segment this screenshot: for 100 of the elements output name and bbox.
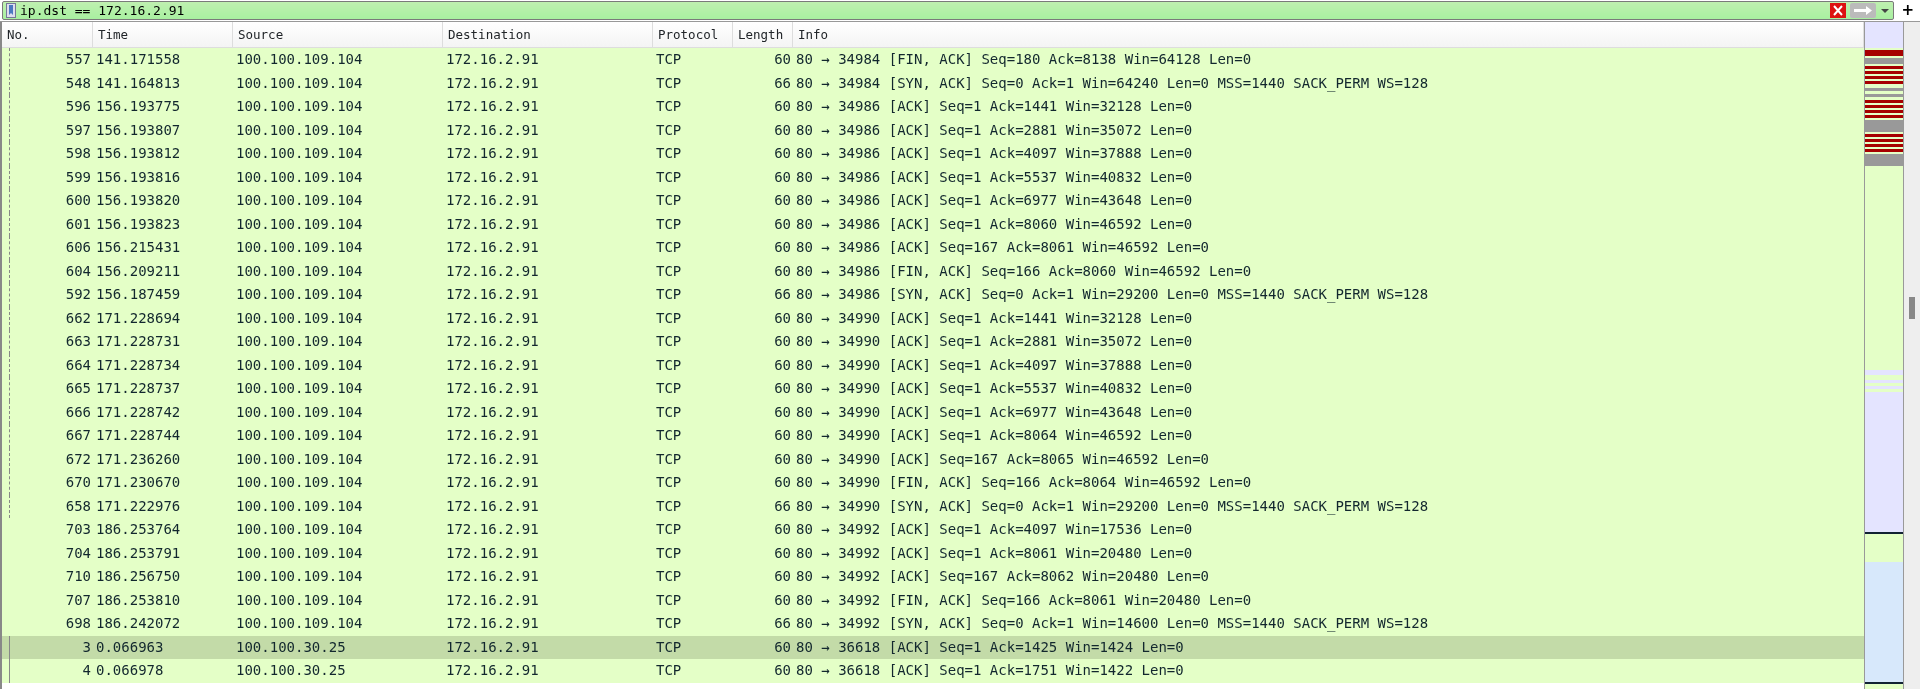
packet-row[interactable]: 663 171.228731 100.100.109.104 172.16.2.91 TCP 60 80 → 34990 [ACK] Seq=1 Ack=2881 Win=35072 Len=0 [2,330,1864,354]
packet-source: 100.100.109.104 [235,355,364,375]
packet-row[interactable]: 672 171.236260 100.100.109.104 172.16.2.91 TCP 60 80 → 34990 [ACK] Seq=167 Ack=8065 Win=46592 Len=0 [2,447,1864,471]
packet-protocol: TCP [655,97,683,117]
packet-length: 60 [773,637,792,657]
packet-row[interactable]: 662 171.228694 100.100.109.104 172.16.2.91 TCP 60 80 → 34990 [ACK] Seq=1 Ack=1441 Win=32128 Len=0 [2,306,1864,330]
packet-row[interactable]: 601 156.193823 100.100.109.104 172.16.2.91 TCP 60 80 → 34986 [ACK] Seq=1 Ack=8060 Win=46592 Len=0 [2,212,1864,236]
column-header[interactable]: Protocol [653,22,733,47]
packet-time: 171.222976 [95,496,182,516]
packet-number: 548 [64,73,92,93]
packet-length: 60 [773,473,792,493]
packet-row[interactable]: 670 171.230670 100.100.109.104 172.16.2.91 TCP 60 80 → 34990 [FIN, ACK] Seq=166 Ack=8064 Win=46592 Len=0 [2,471,1864,495]
packet-time: 171.230670 [95,473,182,493]
column-header[interactable]: Time [93,22,233,47]
packet-info: 80 → 34986 [FIN, ACK] Seq=166 Ack=8060 Win=46592 Len=0 [795,261,1253,281]
packet-source: 100.100.109.104 [235,144,364,164]
packet-row[interactable]: 598 156.193812 100.100.109.104 172.16.2.91 TCP 60 80 → 34986 [ACK] Seq=1 Ack=4097 Win=37888 Len=0 [2,142,1864,166]
packet-protocol: TCP [655,191,683,211]
packet-info: 80 → 34992 [ACK] Seq=1 Ack=8061 Win=20480 Len=0 [795,543,1194,563]
column-header[interactable]: Destination [443,22,653,47]
packet-destination: 172.16.2.91 [445,308,540,328]
packet-row[interactable]: 666 171.228742 100.100.109.104 172.16.2.91 TCP 60 80 → 34990 [ACK] Seq=1 Ack=6977 Win=43648 Len=0 [2,400,1864,424]
packet-row[interactable]: 707 186.253810 100.100.109.104 172.16.2.91 TCP 60 80 → 34992 [FIN, ACK] Seq=166 Ack=8061 Win=20480 Len=0 [2,588,1864,612]
packet-row[interactable]: 557 141.171558 100.100.109.104 172.16.2.91 TCP 60 80 → 34984 [FIN, ACK] Seq=180 Ack=8138 Win=64128 Len=0 [2,48,1864,72]
packet-protocol: TCP [655,520,683,540]
dropdown-caret-icon[interactable] [1880,7,1891,14]
packet-row[interactable]: 3 0.066963 100.100.30.25 172.16.2.91 TCP 60 80 → 36618 [ACK] Seq=1 Ack=1425 Win=1424 Len=0 [2,635,1864,659]
packet-destination: 172.16.2.91 [445,355,540,375]
packet-destination: 172.16.2.91 [445,614,540,634]
packet-length: 66 [773,285,792,305]
packet-length: 60 [773,449,792,469]
packet-time: 156.193807 [95,120,182,140]
packet-row[interactable]: 658 171.222976 100.100.109.104 172.16.2.91 TCP 66 80 → 34990 [SYN, ACK] Seq=0 Ack=1 Win=29200 Len=0 MSS=1440 SACK_PERM WS=128 [2,494,1864,518]
packet-protocol: TCP [655,144,683,164]
packet-number: 557 [64,50,92,70]
packet-row[interactable]: 548 141.164813 100.100.109.104 172.16.2.91 TCP 66 80 → 34984 [SYN, ACK] Seq=0 Ack=1 Win=64240 Len=0 MSS=1440 SACK_PERM WS=128 [2,71,1864,95]
packet-number: 658 [64,496,92,516]
packet-number: 663 [64,332,92,352]
column-header[interactable]: Source [233,22,443,47]
packet-number: 667 [64,426,92,446]
packet-time: 171.228737 [95,379,182,399]
vertical-scrollbar[interactable] [1904,22,1920,689]
packet-protocol: TCP [655,402,683,422]
packet-row[interactable]: 606 156.215431 100.100.109.104 172.16.2.91 TCP 60 80 → 34986 [ACK] Seq=167 Ack=8061 Win=46592 Len=0 [2,236,1864,260]
packet-source: 100.100.30.25 [235,661,347,681]
column-header[interactable]: Info [793,22,1864,47]
packet-source: 100.100.109.104 [235,590,364,610]
packet-row[interactable]: 698 186.242072 100.100.109.104 172.16.2.91 TCP 66 80 → 34992 [SYN, ACK] Seq=0 Ack=1 Win=14600 Len=0 MSS=1440 SACK_PERM WS=128 [2,612,1864,636]
packet-time: 156.193823 [95,214,182,234]
packet-row[interactable]: 710 186.256750 100.100.109.104 172.16.2.91 TCP 60 80 → 34992 [ACK] Seq=167 Ack=8062 Win=20480 Len=0 [2,565,1864,589]
column-header[interactable]: No. [2,22,93,47]
packet-time: 186.242072 [95,614,182,634]
packet-row[interactable]: 599 156.193816 100.100.109.104 172.16.2.91 TCP 60 80 → 34986 [ACK] Seq=1 Ack=5537 Win=40832 Len=0 [2,165,1864,189]
packet-source: 100.100.109.104 [235,567,364,587]
packet-row[interactable]: 592 156.187459 100.100.109.104 172.16.2.91 TCP 66 80 → 34986 [SYN, ACK] Seq=0 Ack=1 Win=29200 Len=0 MSS=1440 SACK_PERM WS=128 [2,283,1864,307]
packet-info: 80 → 34990 [FIN, ACK] Seq=166 Ack=8064 Win=46592 Len=0 [795,473,1253,493]
packet-destination: 172.16.2.91 [445,97,540,117]
packet-row[interactable]: 704 186.253791 100.100.109.104 172.16.2.91 TCP 60 80 → 34992 [ACK] Seq=1 Ack=8061 Win=20480 Len=0 [2,541,1864,565]
packet-destination: 172.16.2.91 [445,637,540,657]
packet-protocol: TCP [655,661,683,681]
packet-length: 60 [773,402,792,422]
packet-protocol: TCP [655,449,683,469]
packet-destination: 172.16.2.91 [445,214,540,234]
packet-protocol: TCP [655,355,683,375]
clear-icon[interactable] [1830,3,1847,18]
packet-row[interactable]: 4 0.066978 100.100.30.25 172.16.2.91 TCP 60 80 → 36618 [ACK] Seq=1 Ack=1751 Win=1422 Len=0 [2,659,1864,683]
packet-destination: 172.16.2.91 [445,520,540,540]
packet-row[interactable]: 604 156.209211 100.100.109.104 172.16.2.91 TCP 60 80 → 34986 [FIN, ACK] Seq=166 Ack=8060 Win=46592 Len=0 [2,259,1864,283]
packet-row[interactable]: 664 171.228734 100.100.109.104 172.16.2.91 TCP 60 80 → 34990 [ACK] Seq=1 Ack=4097 Win=37888 Len=0 [2,353,1864,377]
packet-time: 0.066963 [95,637,165,657]
packet-destination: 172.16.2.91 [445,496,540,516]
packet-source: 100.100.109.104 [235,238,364,258]
packet-info: 80 → 36618 [ACK] Seq=1 Ack=1751 Win=1422 Len=0 [795,661,1185,681]
packet-protocol: TCP [655,50,683,70]
packet-length: 60 [773,144,792,164]
packet-number: 4 [81,661,92,681]
packet-row[interactable]: 665 171.228737 100.100.109.104 172.16.2.91 TCP 60 80 → 34990 [ACK] Seq=1 Ack=5537 Win=40832 Len=0 [2,377,1864,401]
packet-destination: 172.16.2.91 [445,50,540,70]
packet-number: 664 [64,355,92,375]
packet-number: 600 [64,191,92,211]
packet-source: 100.100.109.104 [235,73,364,93]
bookmark-icon[interactable] [6,3,16,18]
packet-info: 80 → 34986 [ACK] Seq=167 Ack=8061 Win=46592 Len=0 [795,238,1210,258]
packet-destination: 172.16.2.91 [445,402,540,422]
packet-length: 60 [773,97,792,117]
packet-protocol: TCP [655,214,683,234]
packet-source: 100.100.30.25 [235,637,347,657]
packet-destination: 172.16.2.91 [445,73,540,93]
packet-row[interactable]: 667 171.228744 100.100.109.104 172.16.2.91 TCP 60 80 → 34990 [ACK] Seq=1 Ack=8064 Win=46592 Len=0 [2,424,1864,448]
packet-row[interactable]: 596 156.193775 100.100.109.104 172.16.2.91 TCP 60 80 → 34986 [ACK] Seq=1 Ack=1441 Win=32128 Len=0 [2,95,1864,119]
packet-length: 60 [773,379,792,399]
packet-source: 100.100.109.104 [235,191,364,211]
packet-length: 60 [773,520,792,540]
packet-destination: 172.16.2.91 [445,426,540,446]
column-header[interactable]: Length [733,22,793,47]
packet-info: 80 → 34986 [ACK] Seq=1 Ack=4097 Win=37888 Len=0 [795,144,1194,164]
packet-row[interactable]: 703 186.253764 100.100.109.104 172.16.2.91 TCP 60 80 → 34992 [ACK] Seq=1 Ack=4097 Win=17536 Len=0 [2,518,1864,542]
packet-row[interactable]: 600 156.193820 100.100.109.104 172.16.2.91 TCP 60 80 → 34986 [ACK] Seq=1 Ack=6977 Win=43648 Len=0 [2,189,1864,213]
packet-row[interactable]: 597 156.193807 100.100.109.104 172.16.2.91 TCP 60 80 → 34986 [ACK] Seq=1 Ack=2881 Win=35072 Len=0 [2,118,1864,142]
add-filter-button[interactable]: + [1897,3,1918,18]
